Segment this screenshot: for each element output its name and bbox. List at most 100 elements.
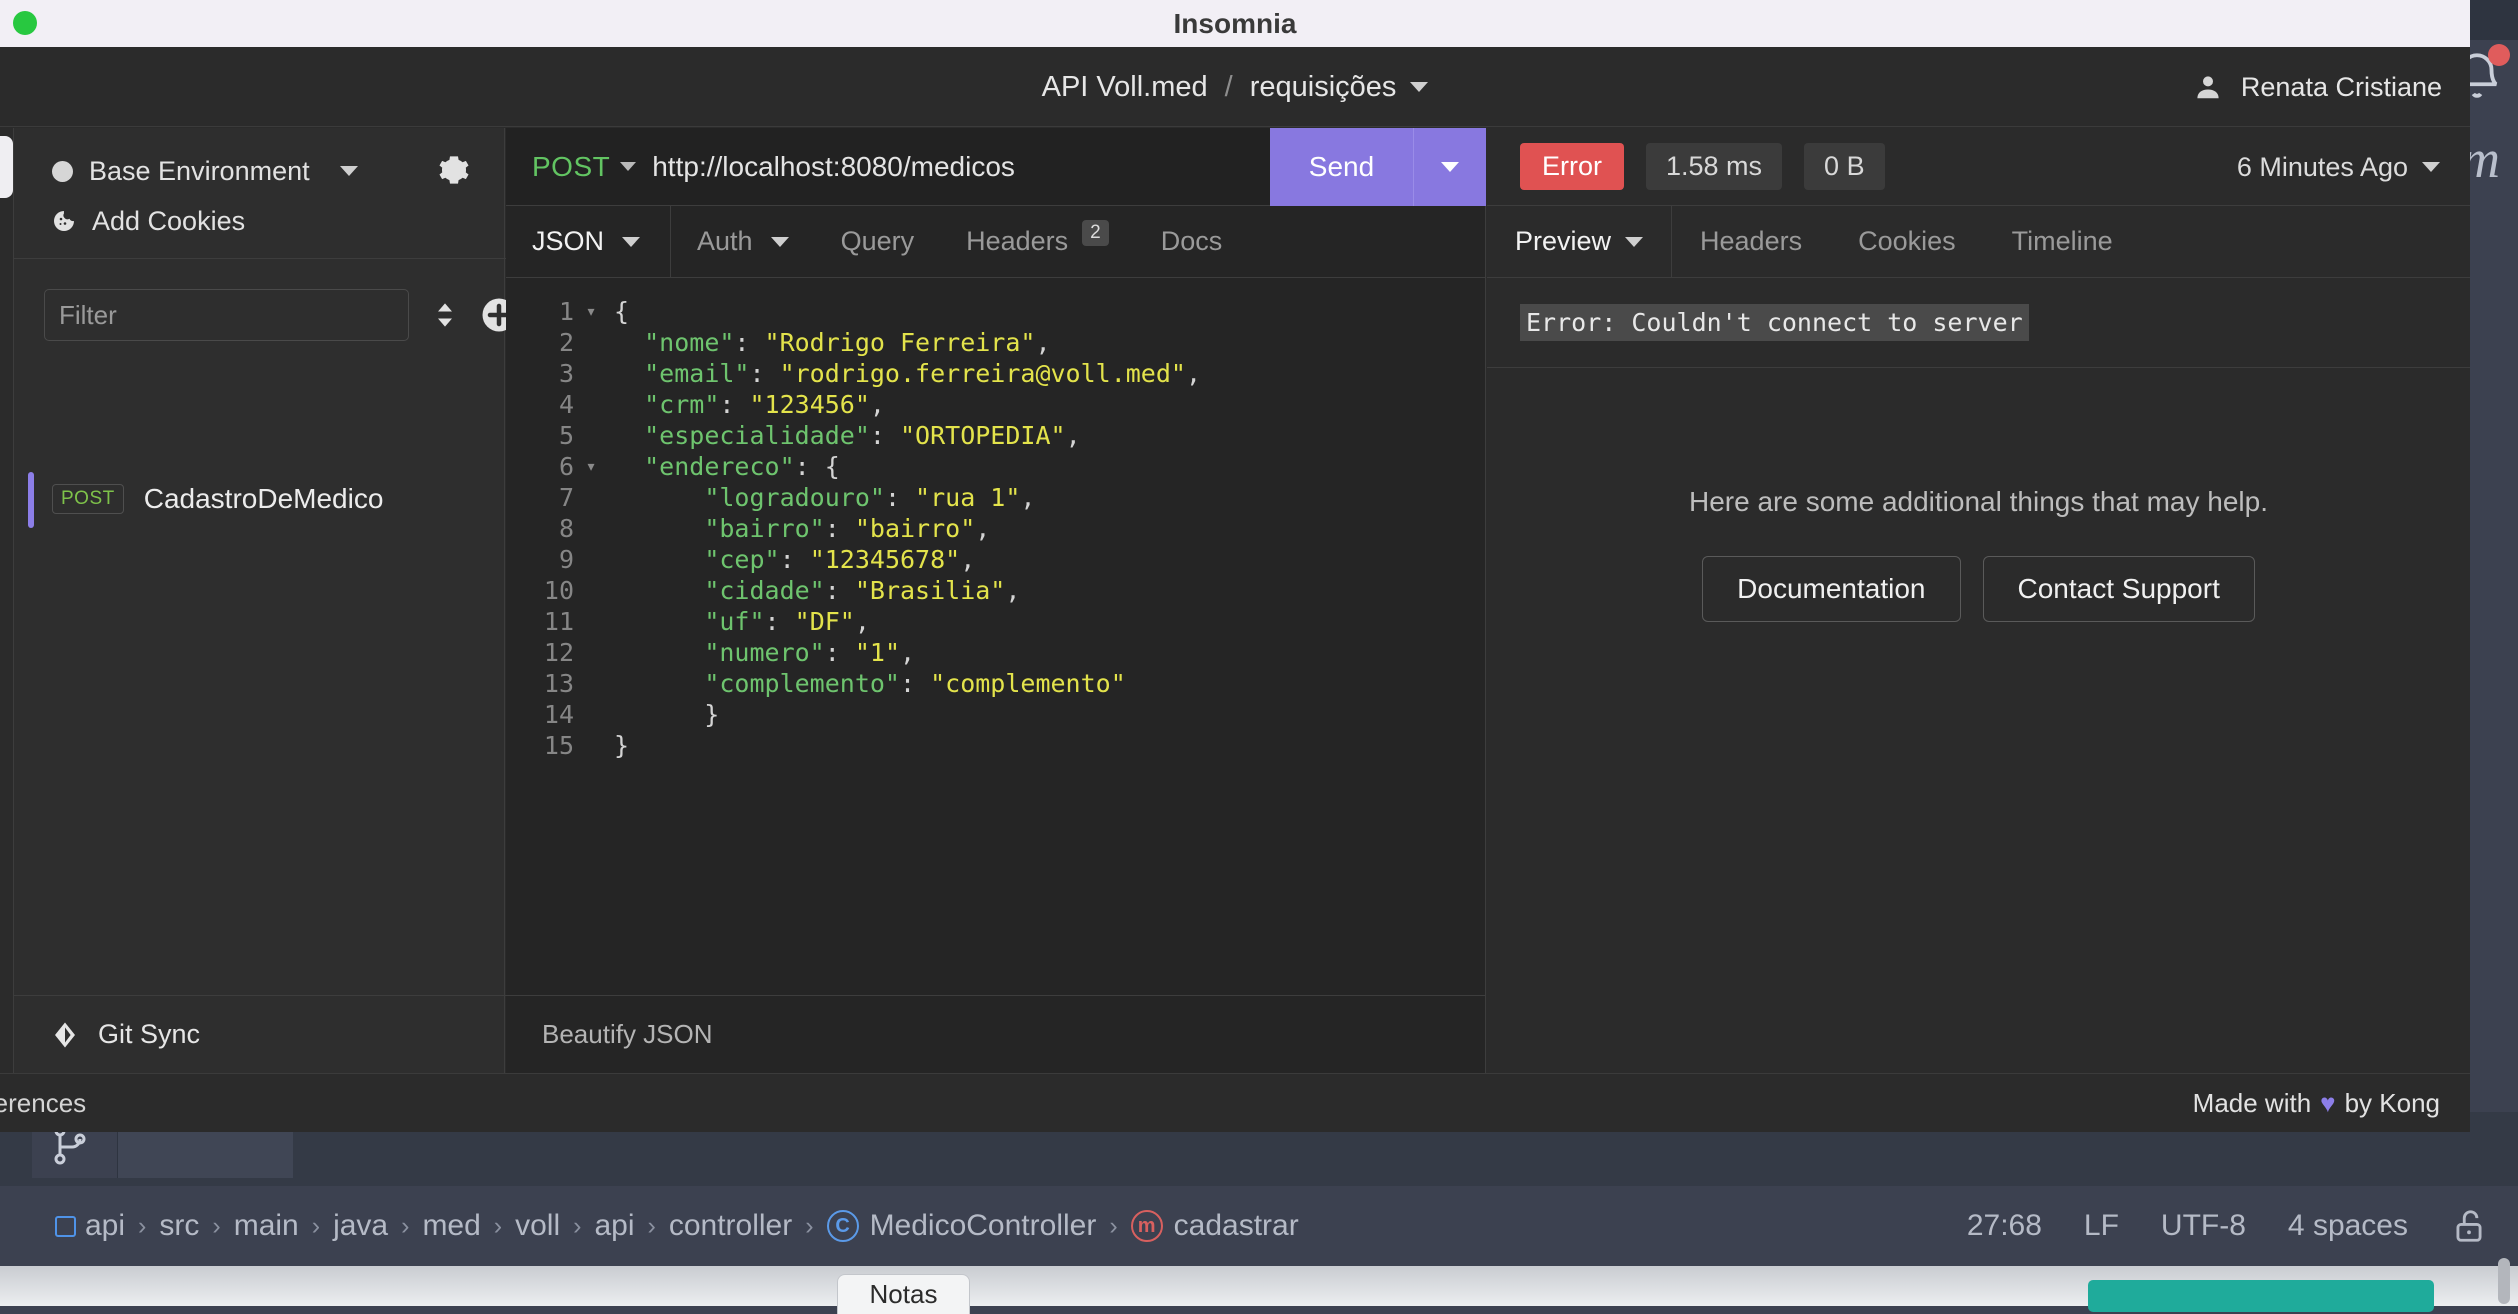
filter-row xyxy=(14,280,516,350)
add-cookies-label: Add Cookies xyxy=(92,205,246,236)
send-button[interactable]: Send xyxy=(1270,128,1413,206)
breadcrumb-item[interactable]: voll xyxy=(504,1209,571,1243)
main-panes: Base Environment Add Cookies Filter POST… xyxy=(0,128,2470,1073)
breadcrumb-item[interactable]: med xyxy=(411,1209,491,1243)
breadcrumb-label: java xyxy=(333,1209,389,1242)
breadcrumb-label: cadastrar xyxy=(1173,1209,1299,1242)
chevron-down-icon xyxy=(2422,162,2440,172)
response-tab-cookies[interactable]: Cookies xyxy=(1830,206,1984,278)
unlocked-padlock-icon[interactable] xyxy=(2450,1206,2488,1246)
code-fold-icon[interactable]: ▾ xyxy=(578,296,604,327)
breadcrumb-separator: › xyxy=(493,1211,503,1240)
error-message: Error: Couldn't connect to server xyxy=(1520,304,2029,341)
code-fold-spacer xyxy=(578,513,604,544)
preferences-button[interactable]: eferences xyxy=(0,1074,86,1132)
documentation-button[interactable]: Documentation xyxy=(1702,556,1961,622)
response-tab-preview[interactable]: Preview xyxy=(1487,205,1673,278)
tab-query[interactable]: Query xyxy=(815,206,941,278)
chevron-down-icon[interactable] xyxy=(620,162,637,171)
tab-docs[interactable]: Docs xyxy=(1135,206,1249,278)
response-status-bar: Error 1.58 ms 0 B 6 Minutes Ago xyxy=(1487,128,2470,206)
line-number: 12 xyxy=(543,638,574,667)
breadcrumb-item[interactable]: main xyxy=(223,1209,310,1243)
tab-headers[interactable]: Headers 2 xyxy=(940,206,1135,278)
line-separator[interactable]: LF xyxy=(2084,1209,2119,1243)
scrollbar[interactable] xyxy=(2498,1258,2510,1304)
sort-icon[interactable] xyxy=(431,297,459,333)
code-text: "especialidade": "ORTOPEDIA", xyxy=(644,421,1081,450)
code-text: "cidade": "Brasilia", xyxy=(704,576,1021,605)
code-line: 7 "logradouro": "rua 1", xyxy=(506,482,1486,513)
git-sync-button[interactable]: Git Sync xyxy=(14,995,506,1073)
code-text: } xyxy=(614,731,630,760)
response-age-dropdown[interactable]: 6 Minutes Ago xyxy=(2237,128,2440,206)
method-badge: POST xyxy=(52,484,124,514)
breadcrumb-item[interactable]: src xyxy=(148,1209,210,1243)
contact-support-button[interactable]: Contact Support xyxy=(1982,556,2255,622)
tab-auth[interactable]: Auth xyxy=(671,206,815,278)
chevron-down-icon xyxy=(1441,162,1459,172)
cookie-icon xyxy=(52,209,76,233)
notas-tab[interactable]: Notas xyxy=(837,1274,970,1314)
response-time-chip: 1.58 ms xyxy=(1646,143,1783,190)
git-sync-label: Git Sync xyxy=(98,1019,201,1049)
breadcrumb-item[interactable]: java xyxy=(322,1209,399,1243)
code-line: 6 ▾ "endereco": { xyxy=(506,451,1486,482)
response-tab-timeline[interactable]: Timeline xyxy=(1984,206,2141,278)
encoding[interactable]: UTF-8 xyxy=(2161,1209,2246,1243)
code-text: { xyxy=(614,297,630,326)
breadcrumb-separator: › xyxy=(647,1211,656,1240)
send-options-dropdown[interactable] xyxy=(1413,128,1486,206)
breadcrumb-separator: › xyxy=(401,1211,410,1240)
code-text: "numero": "1", xyxy=(704,638,916,667)
teal-action-button[interactable] xyxy=(2088,1280,2434,1312)
filter-input[interactable] xyxy=(44,289,409,341)
background-window-edge xyxy=(0,136,13,198)
code-text: "complemento": "complemento" xyxy=(704,669,1126,698)
insomnia-footer: eferences Made with ♥ by Kong xyxy=(0,1073,2470,1132)
http-method-label[interactable]: POST xyxy=(532,151,610,183)
breadcrumb-item[interactable]: m cadastrar xyxy=(1120,1209,1310,1243)
breadcrumb-item[interactable]: api xyxy=(583,1209,645,1243)
tab-json[interactable]: JSON xyxy=(506,205,672,278)
help-buttons: Documentation Contact Support xyxy=(1702,556,2255,622)
heart-icon: ♥ xyxy=(2320,1088,2336,1118)
breadcrumb-label: api xyxy=(85,1209,126,1242)
code-line: 10 "cidade": "Brasilia", xyxy=(506,575,1486,606)
response-tab-headers[interactable]: Headers xyxy=(1672,206,1830,278)
environment-dot-icon xyxy=(52,160,73,182)
folder-name[interactable]: requisições xyxy=(1250,71,1397,104)
window-traffic-light[interactable] xyxy=(13,11,37,35)
status-badge: Error xyxy=(1520,143,1624,190)
tab-count-badge: 2 xyxy=(1082,219,1109,246)
add-cookies-button[interactable]: Add Cookies xyxy=(52,196,506,246)
module-icon xyxy=(55,1215,76,1237)
breadcrumb-label: voll xyxy=(515,1209,561,1242)
chevron-down-icon xyxy=(339,166,358,176)
request-body-editor[interactable]: 1 ▾{2 "nome": "Rodrigo Ferreira", 3 "email… xyxy=(506,278,1486,1018)
caret-position[interactable]: 27:68 xyxy=(1967,1209,2042,1243)
breadcrumb-item[interactable]: controller xyxy=(658,1209,803,1243)
gear-icon[interactable] xyxy=(438,154,470,186)
code-text: "uf": "DF", xyxy=(704,607,870,636)
url-input[interactable]: http://localhost:8080/medicos xyxy=(652,151,1015,183)
code-fold-spacer xyxy=(578,482,604,513)
breadcrumb-separator: › xyxy=(573,1211,582,1240)
breadcrumb-item[interactable]: C MedicoController xyxy=(816,1209,1108,1243)
indent-setting[interactable]: 4 spaces xyxy=(2288,1209,2408,1243)
tab-label: Headers xyxy=(1700,226,1803,256)
url-bar: POST http://localhost:8080/medicos Send xyxy=(506,128,1486,206)
workspace-name[interactable]: API Voll.med xyxy=(1042,71,1208,104)
request-list-item[interactable]: POST CadastroDeMedico xyxy=(14,468,506,530)
tab-label: Headers xyxy=(966,226,1069,256)
breadcrumb: api › src › main › java › med › voll › api › controlle… xyxy=(44,1209,1310,1243)
code-line: 2 "nome": "Rodrigo Ferreira", xyxy=(506,327,1486,358)
code-fold-icon[interactable]: ▾ xyxy=(578,451,604,482)
user-account-button[interactable]: Renata Cristiane xyxy=(2193,47,2442,127)
breadcrumb-separator: › xyxy=(212,1211,221,1240)
made-with-suffix: by Kong xyxy=(2344,1088,2440,1118)
chevron-down-icon[interactable] xyxy=(1410,82,1429,92)
breadcrumb-item[interactable]: api xyxy=(44,1209,136,1243)
beautify-json-button[interactable]: Beautify JSON xyxy=(506,995,1486,1073)
code-text: "endereco": { xyxy=(644,452,840,481)
